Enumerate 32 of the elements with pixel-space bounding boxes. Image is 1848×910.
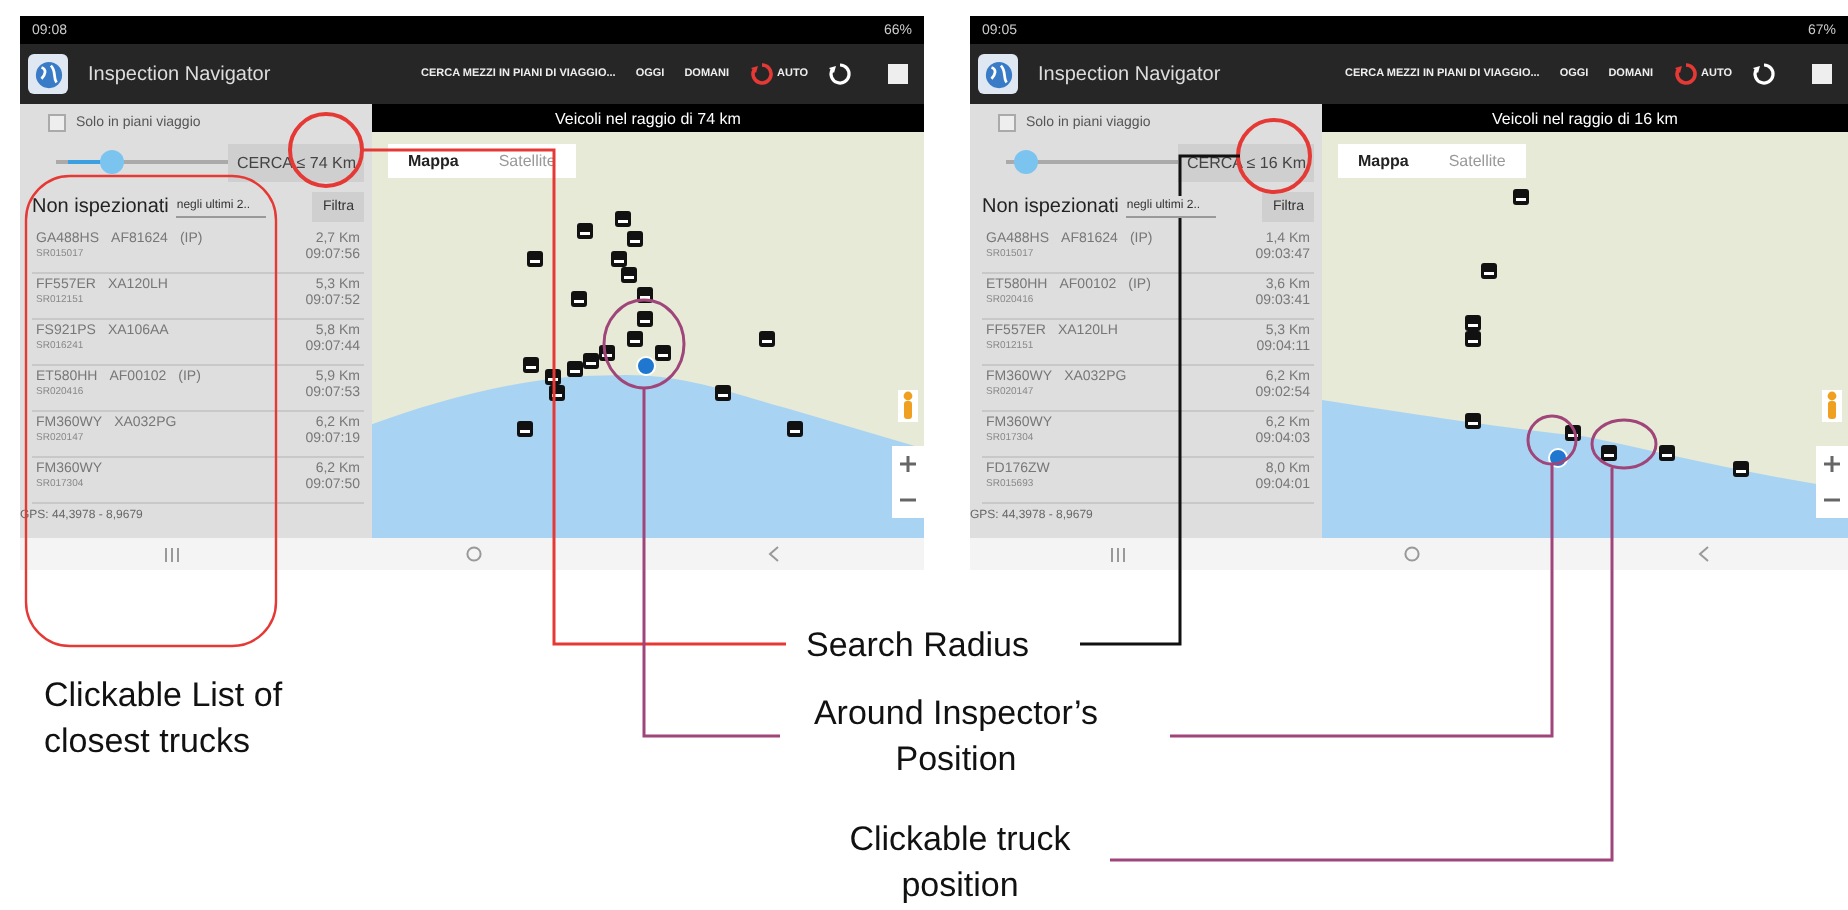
- map-header: Veicoli nel raggio di 74 km: [372, 104, 924, 132]
- annotation-label: Clickable List of closest trucks: [44, 674, 285, 764]
- highlight-circle: [1590, 418, 1658, 470]
- refresh-icon: [749, 62, 774, 86]
- annotation-label: Clickable truck position: [847, 818, 1073, 908]
- slider-thumb[interactable]: [1013, 150, 1038, 174]
- highlight-circle: [602, 298, 686, 390]
- refresh-icon: [1673, 62, 1698, 86]
- checkbox[interactable]: [998, 113, 1016, 131]
- app-title: Inspection Navigator: [88, 63, 273, 85]
- filter-label: Non ispezionati: [32, 195, 169, 217]
- checkbox[interactable]: [48, 113, 66, 131]
- filter-label: Non ispezionati: [982, 195, 1119, 217]
- refresh-icon[interactable]: [828, 62, 852, 86]
- globe-icon: [28, 54, 68, 94]
- annotation-label: Search Radius: [806, 624, 1030, 668]
- globe-icon: [978, 54, 1018, 94]
- recent-apps-icon[interactable]: [1109, 547, 1125, 561]
- refresh-icon[interactable]: [1752, 62, 1776, 86]
- back-icon[interactable]: [768, 546, 781, 562]
- recent-apps-icon[interactable]: [163, 547, 180, 561]
- plus-icon: [1824, 456, 1840, 472]
- plus-icon: [900, 456, 916, 472]
- home-icon[interactable]: [465, 546, 482, 562]
- back-icon[interactable]: [1697, 546, 1709, 562]
- map-header: Veicoli nel raggio di 16 km: [1322, 104, 1848, 132]
- highlight-circle: [1526, 414, 1578, 466]
- location-dot: [636, 355, 657, 376]
- annotation-label: Around Inspector’s Position: [811, 692, 1101, 782]
- app-title: Inspection Navigator: [1038, 63, 1223, 85]
- slider-thumb[interactable]: [100, 150, 125, 174]
- home-icon[interactable]: [1403, 546, 1419, 562]
